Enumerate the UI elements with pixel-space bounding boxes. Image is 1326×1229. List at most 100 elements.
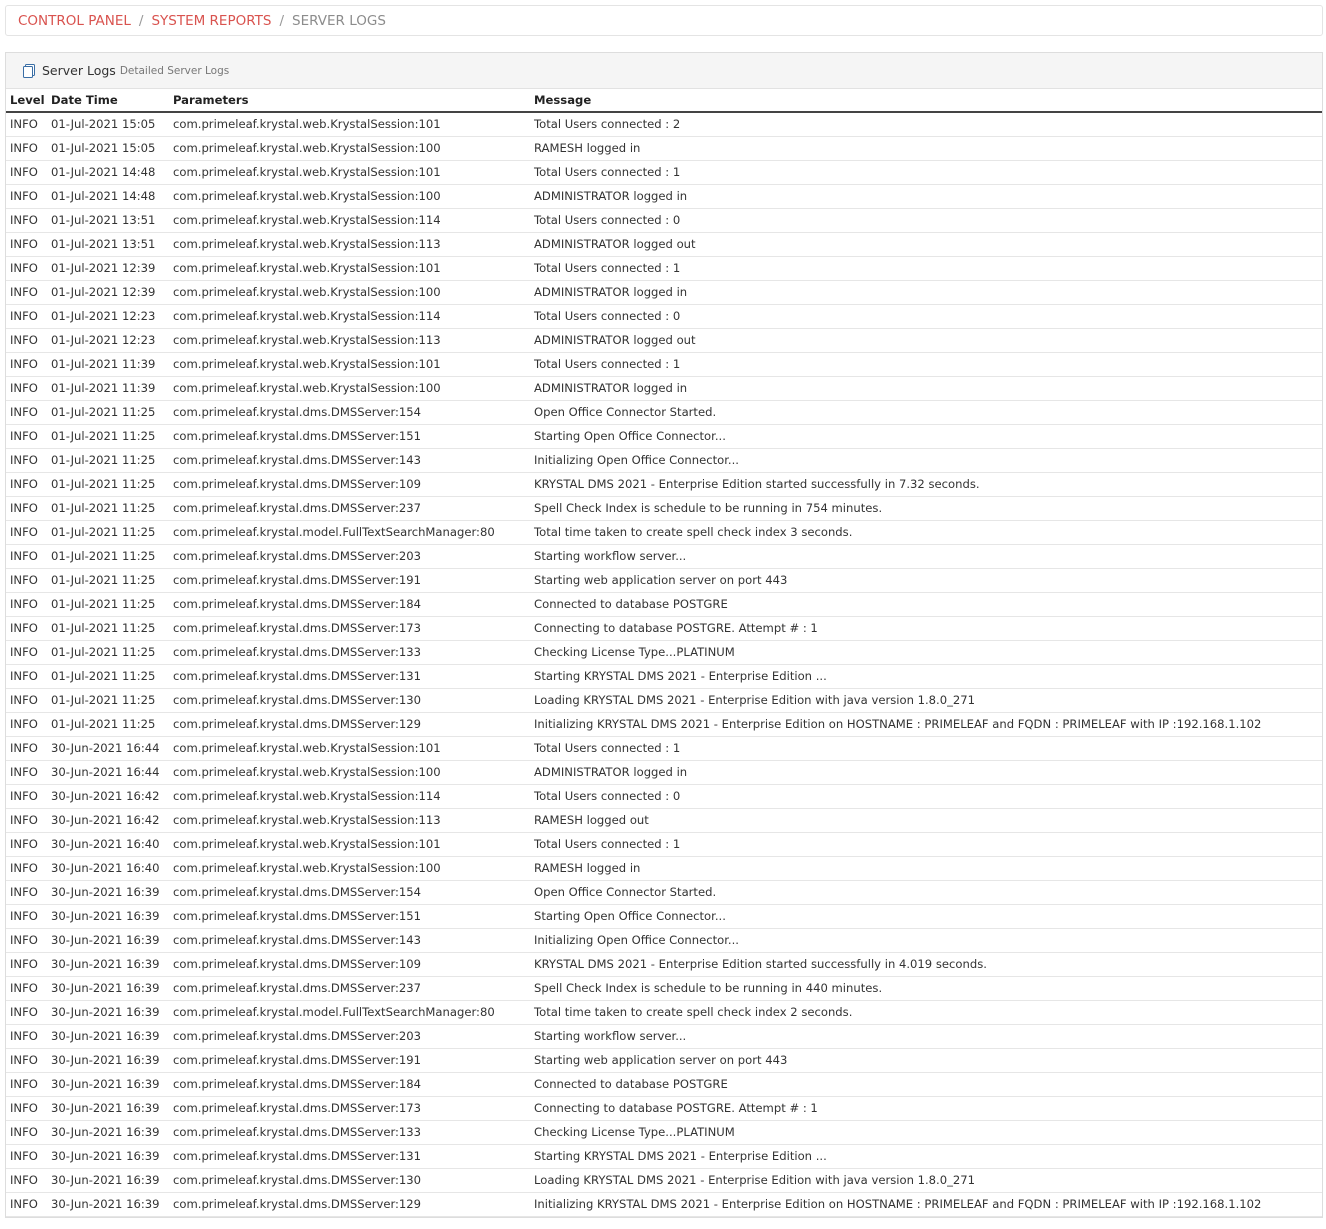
cell-message: Spell Check Index is schedule to be runn… [530, 976, 1322, 1001]
table-row: INFO 30-Jun-2021 16:39 com.primeleaf.kryst… [6, 928, 1322, 953]
cell-date-time: 01-Jul-2021 11:25 [47, 424, 169, 449]
cell-message: Connecting to database POSTGRE. Attempt … [530, 1096, 1322, 1121]
cell-parameters: com.primeleaf.krystal.dms.DMSServer:237 [169, 976, 530, 1001]
cell-parameters: com.primeleaf.krystal.web.KrystalSession… [169, 376, 530, 401]
table-row: INFO 01-Jul-2021 11:25 com.primeleaf.kryst… [6, 520, 1322, 545]
breadcrumb: CONTROL PANEL / SYSTEM REPORTS / SERVER … [5, 5, 1323, 36]
cell-parameters: com.primeleaf.krystal.dms.DMSServer:173 [169, 1096, 530, 1121]
cell-message: KRYSTAL DMS 2021 - Enterprise Edition st… [530, 472, 1322, 497]
column-header-parameters: Parameters [169, 89, 530, 113]
cell-parameters: com.primeleaf.krystal.dms.DMSServer:191 [169, 1048, 530, 1073]
cell-message: Total Users connected : 1 [530, 736, 1322, 761]
table-row: INFO 30-Jun-2021 16:39 com.primeleaf.kryst… [6, 1192, 1322, 1217]
cell-date-time: 01-Jul-2021 14:48 [47, 184, 169, 209]
cell-message: KRYSTAL DMS 2021 - Enterprise Edition st… [530, 952, 1322, 977]
table-row: INFO 30-Jun-2021 16:44 com.primeleaf.kryst… [6, 736, 1322, 761]
cell-level: INFO [6, 1024, 47, 1049]
table-row: INFO 01-Jul-2021 15:05 com.primeleaf.kryst… [6, 136, 1322, 161]
cell-parameters: com.primeleaf.krystal.dms.DMSServer:151 [169, 424, 530, 449]
cell-date-time: 01-Jul-2021 11:25 [47, 472, 169, 497]
cell-parameters: com.primeleaf.krystal.web.KrystalSession… [169, 856, 530, 881]
cell-parameters: com.primeleaf.krystal.dms.DMSServer:130 [169, 1168, 530, 1193]
cell-message: RAMESH logged in [530, 136, 1322, 161]
breadcrumb-server-logs: SERVER LOGS [292, 12, 386, 29]
cell-parameters: com.primeleaf.krystal.dms.DMSServer:109 [169, 472, 530, 497]
cell-level: INFO [6, 520, 47, 545]
cell-level: INFO [6, 400, 47, 425]
breadcrumb-system-reports[interactable]: SYSTEM REPORTS [151, 13, 271, 29]
cell-date-time: 01-Jul-2021 15:05 [47, 112, 169, 137]
cell-level: INFO [6, 784, 47, 809]
cell-parameters: com.primeleaf.krystal.web.KrystalSession… [169, 760, 530, 785]
table-row: INFO 01-Jul-2021 11:25 com.primeleaf.kryst… [6, 688, 1322, 713]
cell-message: Starting KRYSTAL DMS 2021 - Enterprise E… [530, 664, 1322, 689]
cell-level: INFO [6, 952, 47, 977]
cell-level: INFO [6, 616, 47, 641]
cell-date-time: 01-Jul-2021 13:51 [47, 232, 169, 257]
cell-date-time: 30-Jun-2021 16:39 [47, 1000, 169, 1025]
cell-date-time: 01-Jul-2021 11:25 [47, 712, 169, 737]
cell-level: INFO [6, 1144, 47, 1169]
breadcrumb-control-panel[interactable]: CONTROL PANEL [18, 13, 131, 29]
cell-date-time: 01-Jul-2021 11:25 [47, 688, 169, 713]
cell-message: Total Users connected : 0 [530, 784, 1322, 809]
table-row: INFO 30-Jun-2021 16:40 com.primeleaf.kryst… [6, 856, 1322, 881]
cell-level: INFO [6, 904, 47, 929]
cell-date-time: 01-Jul-2021 11:39 [47, 352, 169, 377]
cell-date-time: 01-Jul-2021 11:25 [47, 592, 169, 617]
table-row: INFO 01-Jul-2021 11:25 com.primeleaf.kryst… [6, 640, 1322, 665]
table-row: INFO 30-Jun-2021 16:39 com.primeleaf.kryst… [6, 1168, 1322, 1193]
cell-message: Starting workflow server... [530, 1024, 1322, 1049]
table-row: INFO 01-Jul-2021 13:51 com.primeleaf.kryst… [6, 232, 1322, 257]
cell-parameters: com.primeleaf.krystal.dms.DMSServer:191 [169, 568, 530, 593]
cell-message: RAMESH logged out [530, 808, 1322, 833]
cell-date-time: 01-Jul-2021 12:23 [47, 328, 169, 353]
cell-date-time: 01-Jul-2021 11:25 [47, 496, 169, 521]
cell-date-time: 30-Jun-2021 16:39 [47, 1096, 169, 1121]
cell-date-time: 30-Jun-2021 16:39 [47, 1072, 169, 1097]
table-row: INFO 01-Jul-2021 12:39 com.primeleaf.kryst… [6, 280, 1322, 305]
cell-message: ADMINISTRATOR logged in [530, 184, 1322, 209]
cell-level: INFO [6, 184, 47, 209]
table-row: INFO 01-Jul-2021 14:48 com.primeleaf.kryst… [6, 160, 1322, 185]
cell-parameters: com.primeleaf.krystal.web.KrystalSession… [169, 736, 530, 761]
cell-level: INFO [6, 736, 47, 761]
cell-date-time: 01-Jul-2021 11:25 [47, 568, 169, 593]
cell-level: INFO [6, 256, 47, 281]
cell-message: Initializing KRYSTAL DMS 2021 - Enterpri… [530, 712, 1322, 737]
cell-date-time: 30-Jun-2021 16:39 [47, 1192, 169, 1217]
cell-date-time: 01-Jul-2021 11:25 [47, 520, 169, 545]
cell-parameters: com.primeleaf.krystal.web.KrystalSession… [169, 208, 530, 233]
cell-parameters: com.primeleaf.krystal.dms.DMSServer:143 [169, 928, 530, 953]
cell-parameters: com.primeleaf.krystal.dms.DMSServer:129 [169, 1192, 530, 1217]
cell-parameters: com.primeleaf.krystal.dms.DMSServer:109 [169, 952, 530, 977]
cell-level: INFO [6, 208, 47, 233]
cell-level: INFO [6, 304, 47, 329]
cell-level: INFO [6, 1096, 47, 1121]
cell-level: INFO [6, 376, 47, 401]
cell-message: ADMINISTRATOR logged out [530, 328, 1322, 353]
cell-level: INFO [6, 544, 47, 569]
cell-message: Total time taken to create spell check i… [530, 520, 1322, 545]
table-header-row: Level Date Time Parameters Message [6, 89, 1322, 113]
cell-message: Open Office Connector Started. [530, 880, 1322, 905]
cell-level: INFO [6, 352, 47, 377]
table-row: INFO 01-Jul-2021 11:25 com.primeleaf.kryst… [6, 496, 1322, 521]
cell-parameters: com.primeleaf.krystal.dms.DMSServer:129 [169, 712, 530, 737]
cell-parameters: com.primeleaf.krystal.web.KrystalSession… [169, 328, 530, 353]
cell-date-time: 01-Jul-2021 12:39 [47, 280, 169, 305]
table-row: INFO 01-Jul-2021 14:48 com.primeleaf.kryst… [6, 184, 1322, 209]
cell-level: INFO [6, 592, 47, 617]
cell-parameters: com.primeleaf.krystal.web.KrystalSession… [169, 256, 530, 281]
cell-date-time: 01-Jul-2021 11:25 [47, 616, 169, 641]
cell-parameters: com.primeleaf.krystal.web.KrystalSession… [169, 160, 530, 185]
table-row: INFO 30-Jun-2021 16:39 com.primeleaf.kryst… [6, 976, 1322, 1001]
cell-parameters: com.primeleaf.krystal.web.KrystalSession… [169, 808, 530, 833]
cell-date-time: 30-Jun-2021 16:42 [47, 808, 169, 833]
cell-parameters: com.primeleaf.krystal.dms.DMSServer:131 [169, 1144, 530, 1169]
cell-level: INFO [6, 1120, 47, 1145]
cell-level: INFO [6, 712, 47, 737]
table-row: INFO 30-Jun-2021 16:39 com.primeleaf.kryst… [6, 1120, 1322, 1145]
table-row: INFO 30-Jun-2021 16:40 com.primeleaf.kryst… [6, 832, 1322, 857]
cell-date-time: 30-Jun-2021 16:44 [47, 736, 169, 761]
